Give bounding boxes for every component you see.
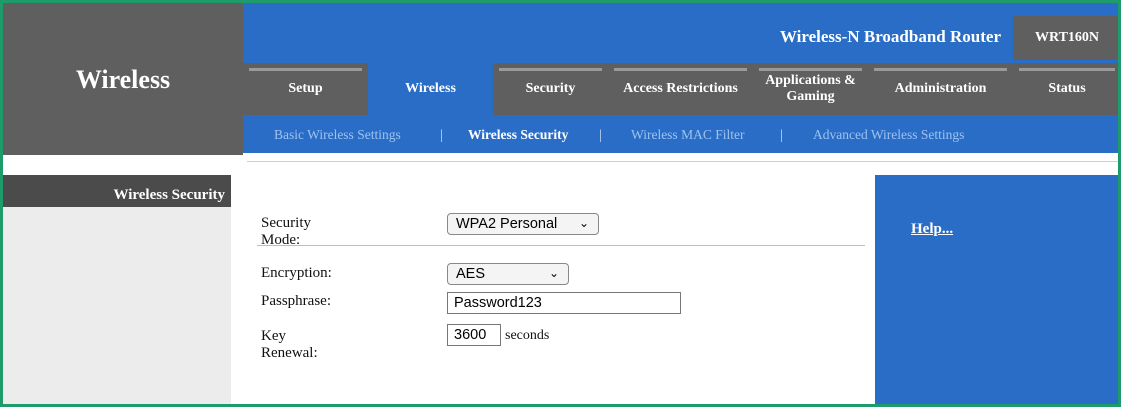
passphrase-input[interactable]: Password123 (447, 292, 681, 314)
wireless-security-form: Security Mode: WPA2 Personal ⌄ Encryptio… (243, 175, 875, 404)
sidebar-heading: Wireless Security (3, 175, 231, 207)
security-mode-value: WPA2 Personal (456, 216, 558, 232)
encryption-value: AES (456, 266, 486, 282)
passphrase-label: Passphrase: (261, 293, 331, 309)
chevron-down-icon: ⌄ (578, 216, 589, 230)
section-header-panel: Wireless (3, 3, 243, 155)
subtab-separator: | (440, 127, 443, 142)
encryption-select[interactable]: AES ⌄ (447, 263, 569, 285)
sidebar-gap (231, 175, 243, 404)
form-divider (257, 245, 865, 246)
router-admin-window: Wireless Wireless Security Wireless-N Br… (0, 0, 1121, 407)
encryption-label: Encryption: (261, 265, 332, 281)
tab-access-restrictions[interactable]: Access Restrictions (608, 63, 753, 115)
tab-setup[interactable]: Setup (243, 63, 368, 115)
subtab-wireless-security[interactable]: Wireless Security (468, 127, 568, 143)
main-nav: Setup Wireless Security Access Restricti… (243, 63, 1118, 115)
tab-administration[interactable]: Administration (868, 63, 1013, 115)
sub-nav: Basic Wireless Settings | Wireless Secur… (243, 115, 1118, 153)
sidebar-panel (3, 207, 231, 404)
product-name: Wireless-N Broadband Router (779, 27, 1001, 46)
tab-status[interactable]: Status (1013, 63, 1118, 115)
key-renewal-input[interactable]: 3600 (447, 324, 501, 346)
section-title: Wireless (75, 65, 171, 94)
key-renewal-label: Key Renewal: (261, 328, 318, 361)
tab-wireless[interactable]: Wireless (368, 63, 493, 115)
help-link[interactable]: Help... (911, 221, 953, 238)
subtab-basic-wireless-settings[interactable]: Basic Wireless Settings (274, 127, 401, 143)
help-panel: Help... (875, 175, 1118, 404)
left-divider (3, 155, 243, 175)
tab-applications-gaming[interactable]: Applications & Gaming (753, 63, 868, 115)
security-mode-select[interactable]: WPA2 Personal ⌄ (447, 213, 599, 235)
model-badge: WRT160N (1013, 16, 1118, 60)
tab-security[interactable]: Security (493, 63, 608, 115)
subtab-separator: | (599, 127, 602, 142)
content-top-rule (243, 155, 1118, 163)
security-mode-label: Security Mode: (261, 215, 311, 248)
key-renewal-unit: seconds (505, 328, 550, 343)
brand-bar: Wireless-N Broadband Router WRT160N (243, 3, 1118, 63)
subtab-advanced-wireless-settings[interactable]: Advanced Wireless Settings (813, 127, 964, 143)
subtab-wireless-mac-filter[interactable]: Wireless MAC Filter (631, 127, 744, 143)
subtab-separator: | (780, 127, 783, 142)
chevron-down-icon: ⌄ (548, 266, 559, 280)
